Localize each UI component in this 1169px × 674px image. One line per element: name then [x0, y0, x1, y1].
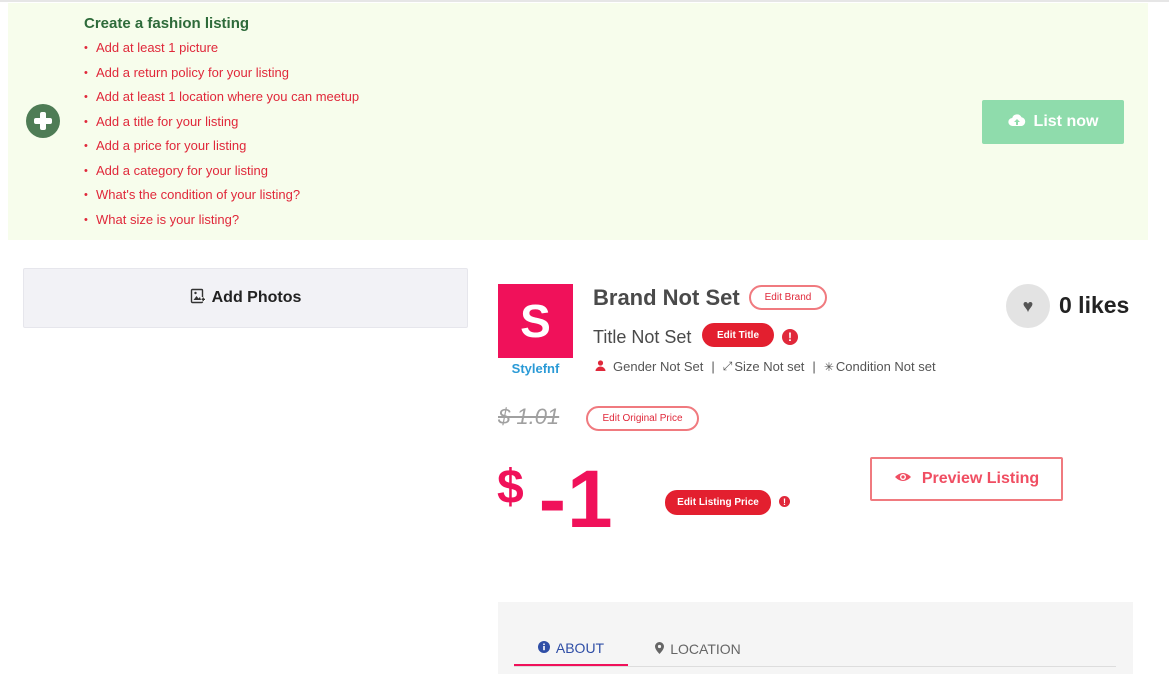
- info-icon: [537, 640, 550, 656]
- checklist-item: Add at least 1 picture: [84, 39, 359, 64]
- store-logo-letter: S: [520, 295, 551, 347]
- checklist-items: Add at least 1 picture Add a return poli…: [84, 39, 359, 235]
- alert-icon: !: [779, 496, 790, 507]
- top-divider: [0, 0, 1169, 2]
- resize-icon: ⤢: [722, 359, 733, 373]
- heart-icon: ♥: [1022, 295, 1034, 316]
- preview-listing-button[interactable]: Preview Listing: [870, 457, 1063, 501]
- checklist-item: Add a price for your listing: [84, 137, 359, 162]
- size-value: Size Not set: [734, 359, 805, 374]
- asterisk-icon: ✳: [823, 359, 834, 374]
- original-price: $ 1.01: [498, 404, 560, 429]
- edit-brand-button[interactable]: Edit Brand: [749, 285, 827, 310]
- eye-icon: [894, 470, 912, 488]
- map-marker-icon: [655, 641, 665, 657]
- checklist-item: What size is your listing?: [84, 211, 359, 236]
- checklist-item: What's the condition of your listing?: [84, 186, 359, 211]
- listing-attributes: Gender Not Set | ⤢ Size Not set | ✳ Cond…: [595, 359, 936, 374]
- image-add-icon: [190, 288, 206, 309]
- like-button[interactable]: ♥: [1006, 284, 1050, 328]
- plus-circle-icon[interactable]: [26, 104, 60, 138]
- price-value: -1: [538, 454, 614, 545]
- store-name-link[interactable]: Stylefnf: [498, 361, 573, 376]
- store-logo[interactable]: S: [498, 284, 573, 358]
- edit-title-button[interactable]: Edit Title: [702, 323, 774, 347]
- checklist-item: Add a title for your listing: [84, 113, 359, 138]
- checklist-item: Add at least 1 location where you can me…: [84, 88, 359, 113]
- add-photos-label: Add Photos: [211, 289, 302, 306]
- attribute-separator: |: [711, 359, 715, 374]
- tabs-divider: [514, 666, 1116, 667]
- preview-listing-label: Preview Listing: [921, 470, 1040, 487]
- listing-price: $ -1: [497, 440, 614, 548]
- edit-original-price-button[interactable]: Edit Original Price: [586, 406, 699, 431]
- gender-value: Gender Not Set: [613, 359, 704, 374]
- tab-about-label: ABOUT: [555, 640, 605, 656]
- tab-about[interactable]: ABOUT: [514, 632, 628, 666]
- details-tabs-panel: ABOUT LOCATION: [498, 602, 1133, 674]
- attribute-separator: |: [812, 359, 816, 374]
- list-now-button[interactable]: List now: [982, 100, 1124, 144]
- cloud-upload-icon: [1007, 113, 1026, 132]
- checklist-title: Create a fashion listing: [84, 15, 250, 32]
- likes-count: 0 likes: [1059, 292, 1130, 318]
- listing-checklist-banner: Create a fashion listing Add at least 1 …: [8, 3, 1148, 240]
- tab-location-label: LOCATION: [670, 641, 741, 657]
- checklist-item: Add a category for your listing: [84, 162, 359, 187]
- tab-location[interactable]: LOCATION: [638, 632, 758, 666]
- brand-heading: Brand Not Set: [593, 285, 740, 310]
- listing-editor-page: Create a fashion listing Add at least 1 …: [0, 0, 1169, 674]
- condition-value: Condition Not set: [835, 359, 936, 374]
- list-now-label: List now: [1033, 113, 1099, 130]
- edit-listing-price-button[interactable]: Edit Listing Price: [665, 490, 771, 515]
- user-icon: [595, 359, 606, 374]
- price-currency: $: [497, 461, 525, 514]
- add-photos-button[interactable]: Add Photos: [23, 268, 468, 328]
- alert-icon: !: [782, 329, 798, 345]
- listing-title: Title Not Set: [593, 327, 692, 347]
- checklist-item: Add a return policy for your listing: [84, 64, 359, 89]
